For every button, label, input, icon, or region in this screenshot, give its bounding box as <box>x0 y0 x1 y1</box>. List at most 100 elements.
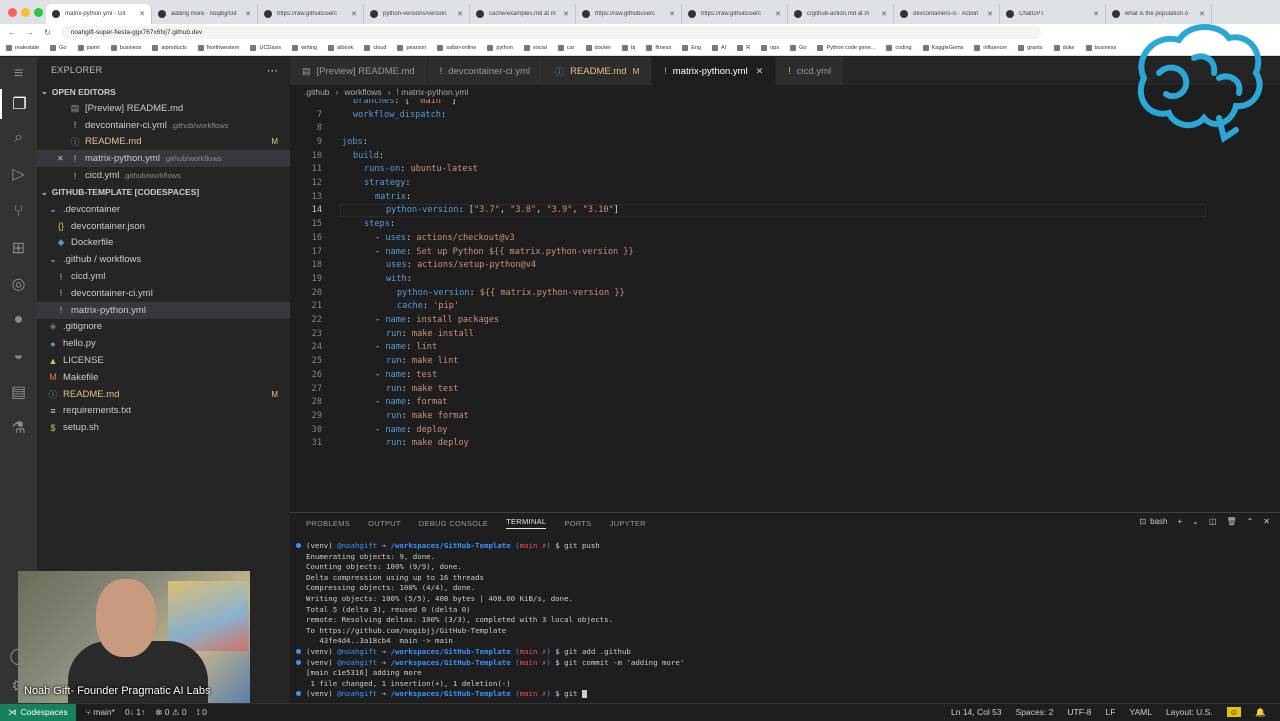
code-line[interactable]: 17 - name: Set up Python ${{ matrix.pytho… <box>290 245 1280 259</box>
explorer-icon[interactable]: ❐ <box>0 89 37 119</box>
bookmark-item[interactable]: influencer <box>974 45 1007 51</box>
zoom-window-button[interactable] <box>34 8 43 17</box>
tree-item[interactable]: ⌄ .devcontainer <box>37 201 290 218</box>
code-line[interactable]: 12 strategy: <box>290 176 1280 190</box>
tree-item[interactable]: ◈ .gitignore <box>37 319 290 336</box>
ports-indicator[interactable]: ⟟ 0 <box>197 707 207 718</box>
bookmark-item[interactable]: grants <box>1018 45 1042 51</box>
reload-icon[interactable]: ↻ <box>44 28 51 37</box>
code-line[interactable]: 29 run: make format <box>290 409 1280 423</box>
tree-item[interactable]: ⓘ README.md M <box>37 386 290 403</box>
browser-tab[interactable]: c/github-action.md at m ✕ <box>788 4 894 24</box>
open-editor-item[interactable]: ! cicd.yml .github/workflows <box>37 167 290 184</box>
browser-tab[interactable]: https://raw.githubuserc ✕ <box>576 4 682 24</box>
url-field[interactable]: noahgift-super-fiesta-ggx767x6fxj7.githu… <box>60 25 1041 39</box>
editor-tab[interactable]: ! devcontainer-ci.yml <box>427 57 544 85</box>
branch-indicator[interactable]: ⑂ main* <box>86 707 115 717</box>
bookmark-item[interactable]: Go <box>790 45 806 51</box>
close-tab-icon[interactable]: ✕ <box>987 10 993 18</box>
code-line[interactable]: 31 run: make deploy <box>290 437 1280 451</box>
bookmark-item[interactable]: python <box>487 45 513 51</box>
minimize-window-button[interactable] <box>21 8 30 17</box>
bookmark-item[interactable]: safari-online <box>437 45 476 51</box>
code-line[interactable]: 22 - name: install packages <box>290 313 1280 327</box>
close-tab-icon[interactable]: ✕ <box>139 10 145 18</box>
code-editor[interactable]: branches: [ "main" ] 7 workflow_dispatch: 8… <box>290 99 1280 504</box>
trash-icon[interactable]: 🗑 <box>1226 517 1236 526</box>
more-actions-icon[interactable]: ⋯ <box>267 64 278 77</box>
language-mode[interactable]: YAML <box>1129 707 1152 717</box>
close-tab-icon[interactable]: ✕ <box>775 10 781 18</box>
tree-item[interactable]: ! matrix-python.yml <box>37 301 290 319</box>
tree-item[interactable]: ≡ requirements.txt <box>37 403 290 420</box>
code-line[interactable]: 25 run: make lint <box>290 354 1280 368</box>
browser-tab[interactable]: https://raw.githubuserc ✕ <box>258 4 364 24</box>
browser-tab[interactable]: matrix-python.yml - Git ✕ <box>46 4 152 24</box>
bookmark-item[interactable]: business <box>111 45 142 51</box>
bookmark-item[interactable]: docker <box>586 45 612 51</box>
close-tab-icon[interactable]: ✕ <box>881 10 887 18</box>
close-panel-icon[interactable]: ✕ <box>1263 517 1270 526</box>
code-line[interactable]: 24 - name: lint <box>290 341 1280 355</box>
code-line[interactable]: 27 run: make test <box>290 382 1280 396</box>
bookmark-item[interactable]: social <box>524 45 547 51</box>
bookmark-item[interactable]: Python code gene... <box>817 45 875 51</box>
bookmark-item[interactable]: coding <box>886 45 911 51</box>
code-line[interactable]: 10 build: <box>290 149 1280 163</box>
tree-item[interactable]: ! devcontainer-ci.yml <box>37 285 290 302</box>
close-window-button[interactable] <box>8 8 17 17</box>
bookmark-item[interactable]: cloud <box>364 45 386 51</box>
browser-tab[interactable]: devcontainers-ci · Action ✕ <box>894 4 1000 24</box>
tree-item[interactable]: M Makefile <box>37 369 290 386</box>
close-tab-icon[interactable]: ✕ <box>245 10 251 18</box>
remote-indicator[interactable]: ⋊ Codespaces <box>0 703 76 721</box>
code-line[interactable]: 15 steps: <box>290 217 1280 231</box>
back-arrow-icon[interactable]: ← <box>8 28 16 37</box>
encoding[interactable]: UTF-8 <box>1067 707 1091 717</box>
forward-arrow-icon[interactable]: → <box>26 28 34 37</box>
shell-name[interactable]: bash <box>1150 517 1167 526</box>
docker-icon[interactable]: ◒ <box>0 341 37 371</box>
code-line[interactable]: 14 python-version: ["3.7", "3.8", "3.9", … <box>290 203 1280 218</box>
browser-tab[interactable]: cache/examples.md at m ✕ <box>470 4 576 24</box>
menu-icon[interactable]: ≡ <box>0 59 37 89</box>
github-icon[interactable]: ● <box>0 305 37 335</box>
extensions-icon[interactable]: ⊞ <box>0 233 37 263</box>
notifications-bell-icon[interactable]: 🔔 <box>1255 707 1266 718</box>
browser-tab[interactable]: https://raw.githubuserc ✕ <box>682 4 788 24</box>
open-editor-item[interactable]: ! devcontainer-ci.yml .github/workflows <box>37 117 290 134</box>
bookmark-item[interactable]: writing <box>292 45 317 51</box>
source-control-icon[interactable]: ⑂ <box>0 197 37 227</box>
browser-tab[interactable]: python-versions/version ✕ <box>364 4 470 24</box>
close-tab-icon[interactable]: ✕ <box>1093 10 1099 18</box>
bookmark-item[interactable]: paiml <box>78 45 100 51</box>
bookmark-item[interactable]: aiproducts <box>152 45 186 51</box>
open-editor-item[interactable]: ✕! matrix-python.yml .github/workflows <box>37 150 290 168</box>
editor-tab[interactable]: ! cicd.yml <box>776 57 845 85</box>
close-editor-icon[interactable]: ✕ <box>57 154 64 163</box>
bookmark-item[interactable]: business <box>1086 45 1117 51</box>
code-line[interactable]: 11 runs-on: ubuntu-latest <box>290 163 1280 177</box>
split-terminal-icon[interactable]: ◫ <box>1209 517 1217 526</box>
editor-tab[interactable]: ! matrix-python.yml ✕ <box>652 57 777 85</box>
bookmark-item[interactable]: Northwestern <box>198 45 240 51</box>
bookmark-item[interactable]: bj <box>622 45 635 51</box>
code-line[interactable]: 18 uses: actions/setup-python@v4 <box>290 258 1280 272</box>
tree-item[interactable]: ▲ LICENSE <box>37 352 290 369</box>
close-tab-icon[interactable]: ✕ <box>1199 10 1205 18</box>
panel-tab-output[interactable]: OUTPUT <box>368 519 401 528</box>
copilot-icon[interactable]: ☺ <box>1226 707 1242 717</box>
bookmark-item[interactable]: aibook <box>328 45 353 51</box>
breadcrumb-item[interactable]: ! matrix-python.yml <box>397 87 469 97</box>
panel-tab-terminal[interactable]: TERMINAL <box>506 517 547 529</box>
code-line[interactable]: 23 run: make install <box>290 327 1280 341</box>
bookmark-item[interactable]: Eng <box>682 45 701 51</box>
bookmark-item[interactable]: duke <box>1054 45 1075 51</box>
code-line[interactable]: 30 - name: deploy <box>290 423 1280 437</box>
close-tab-icon[interactable]: ✕ <box>669 10 675 18</box>
code-line[interactable]: 13 matrix: <box>290 190 1280 204</box>
bookmark-item[interactable]: fitness <box>646 45 671 51</box>
code-line[interactable]: 21 cache: 'pip' <box>290 300 1280 314</box>
open-editors-section[interactable]: ⌄ OPEN EDITORS <box>37 83 290 100</box>
tree-item[interactable]: {} devcontainer.json <box>37 218 290 235</box>
